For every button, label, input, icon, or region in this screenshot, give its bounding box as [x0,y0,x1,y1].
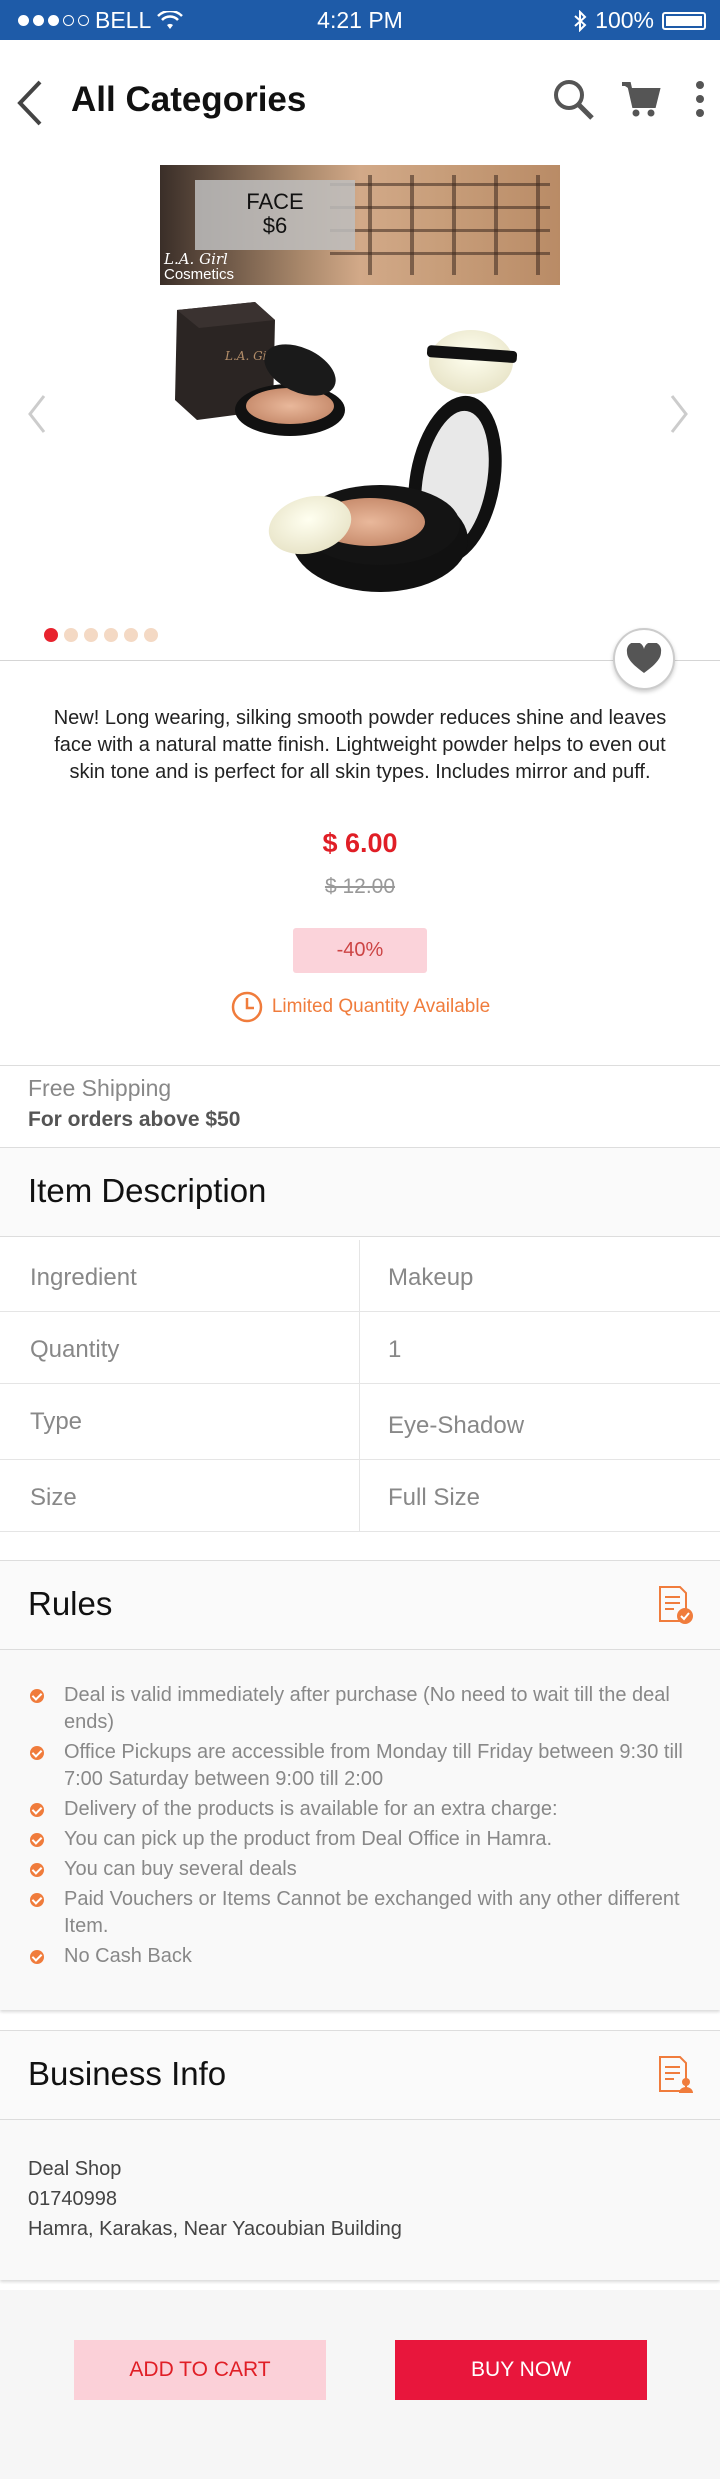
banner-tag: FACE $6 [195,180,355,250]
slide-dot[interactable] [84,628,98,642]
buy-now-button[interactable]: BUY NOW [395,2340,647,2400]
list-item: Paid Vouchers or Items Cannot be exchang… [28,1886,688,1940]
shipping-title: Free Shipping [28,1075,172,1101]
check-bullet-icon [30,1833,44,1847]
divider [0,1065,720,1066]
action-bar: ADD TO CART BUY NOW [0,2290,720,2479]
product-old-price: $ 12.00 [324,875,396,898]
rule-text: You can buy several deals [64,1858,297,1880]
heart-icon [626,643,662,673]
next-slide-icon[interactable] [664,390,694,438]
table-row: Quantity 1 [0,1312,720,1384]
check-bullet-icon [30,1950,44,1964]
row-value: Makeup [388,1264,474,1291]
product-image: L.A. Girl [175,302,518,592]
section-title: Business Info [28,2055,227,2092]
business-info-header: Business Info [0,2030,720,2120]
row-key: Quantity [30,1336,120,1363]
favorite-button[interactable] [613,628,675,690]
cart-icon[interactable] [618,76,664,122]
clock-icon [231,991,263,1023]
slide-dot[interactable] [124,628,138,642]
row-key: Size [30,1484,77,1511]
list-item: Office Pickups are accessible from Monda… [28,1739,688,1793]
row-value: 1 [388,1336,402,1363]
list-item: Delivery of the products is available fo… [28,1796,688,1823]
rule-text: Paid Vouchers or Items Cannot be exchang… [64,1888,680,1937]
table-row: Ingredient Makeup [0,1240,720,1312]
product-gallery[interactable]: FACE $6 L.A. Girl Cosmetics L.A. Girl [0,160,720,690]
product-banner-image: FACE $6 L.A. Girl Cosmetics [160,165,560,285]
battery-icon [662,11,706,30]
banner-brand-line1: L.A. Girl [164,250,228,268]
bluetooth-icon [574,9,587,32]
limited-quantity-notice: Limited Quantity Available [0,990,720,1024]
business-info: Deal Shop 01740998 Hamra, Karakas, Near … [0,2120,720,2280]
slide-indicator[interactable] [44,628,158,642]
row-key: Type [30,1408,83,1435]
banner-brand: L.A. Girl Cosmetics [164,251,234,283]
table-row: Size Full Size [0,1460,720,1532]
list-item: No Cash Back [28,1943,688,1970]
row-key: Ingredient [30,1264,137,1291]
rule-text: Office Pickups are accessible from Monda… [64,1741,683,1790]
list-item: You can pick up the product from Deal Of… [28,1826,688,1853]
swatch-palette [330,175,550,275]
rule-text: No Cash Back [64,1945,192,1967]
banner-tag-line2: $6 [262,213,288,238]
slide-dot[interactable] [64,628,78,642]
banner-brand-line2: Cosmetics [164,266,235,283]
shipping-info: Free Shipping For orders above $50 [28,1075,240,1132]
row-value: Full Size [388,1484,481,1511]
rule-text: Deal is valid immediately after purchase… [64,1684,670,1733]
business-name: Deal Shop [28,2158,122,2180]
slide-dot[interactable] [104,628,118,642]
rule-text: You can pick up the product from Deal Of… [64,1828,553,1850]
rules-header: Rules [0,1560,720,1650]
item-description-table: Ingredient Makeup Quantity 1 Type Eye-Sh… [0,1240,720,1532]
battery-label: 100% [595,7,654,33]
document-check-icon [659,1586,693,1624]
check-bullet-icon [30,1746,44,1760]
list-item: You can buy several deals [28,1856,688,1883]
section-title: Rules [28,1585,113,1622]
list-item: Deal is valid immediately after purchase… [28,1682,688,1736]
status-right: 100% [573,7,706,34]
rules-list: Deal is valid immediately after purchase… [0,1650,720,2010]
item-description-header: Item Description [0,1147,720,1237]
slide-dot[interactable] [144,628,158,642]
shipping-subtitle: For orders above $50 [28,1108,241,1131]
row-value: Eye-Shadow [388,1412,525,1439]
check-bullet-icon [30,1689,44,1703]
table-row: Type Eye-Shadow [0,1384,720,1460]
banner-tag-line1: FACE [246,189,304,214]
business-phone[interactable]: 01740998 [28,2188,117,2211]
business-address: Hamra, Karakas, Near Yacoubian Building [28,2218,402,2240]
discount-badge: -40% [293,928,427,973]
back-arrow-icon[interactable] [14,78,46,128]
previous-slide-icon[interactable] [22,390,52,438]
nav-bar: All Categories [0,40,720,160]
page-title: All Categories [71,80,307,119]
business-document-icon [659,2056,693,2093]
status-bar: BELL 4:21 PM 100% [0,0,720,40]
add-to-cart-button[interactable]: ADD TO CART [74,2340,326,2400]
search-icon[interactable] [550,76,596,122]
section-title: Item Description [28,1172,267,1209]
check-bullet-icon [30,1803,44,1817]
divider [0,660,720,661]
check-bullet-icon [30,1893,44,1907]
rule-text: Delivery of the products is available fo… [64,1798,558,1820]
limited-quantity-label: Limited Quantity Available [271,996,491,1017]
product-description: New! Long wearing, silking smooth powder… [53,707,667,783]
slide-dot[interactable] [44,628,58,642]
check-bullet-icon [30,1863,44,1877]
product-price: $ 6.00 [322,828,398,858]
more-vertical-icon[interactable] [680,76,720,122]
